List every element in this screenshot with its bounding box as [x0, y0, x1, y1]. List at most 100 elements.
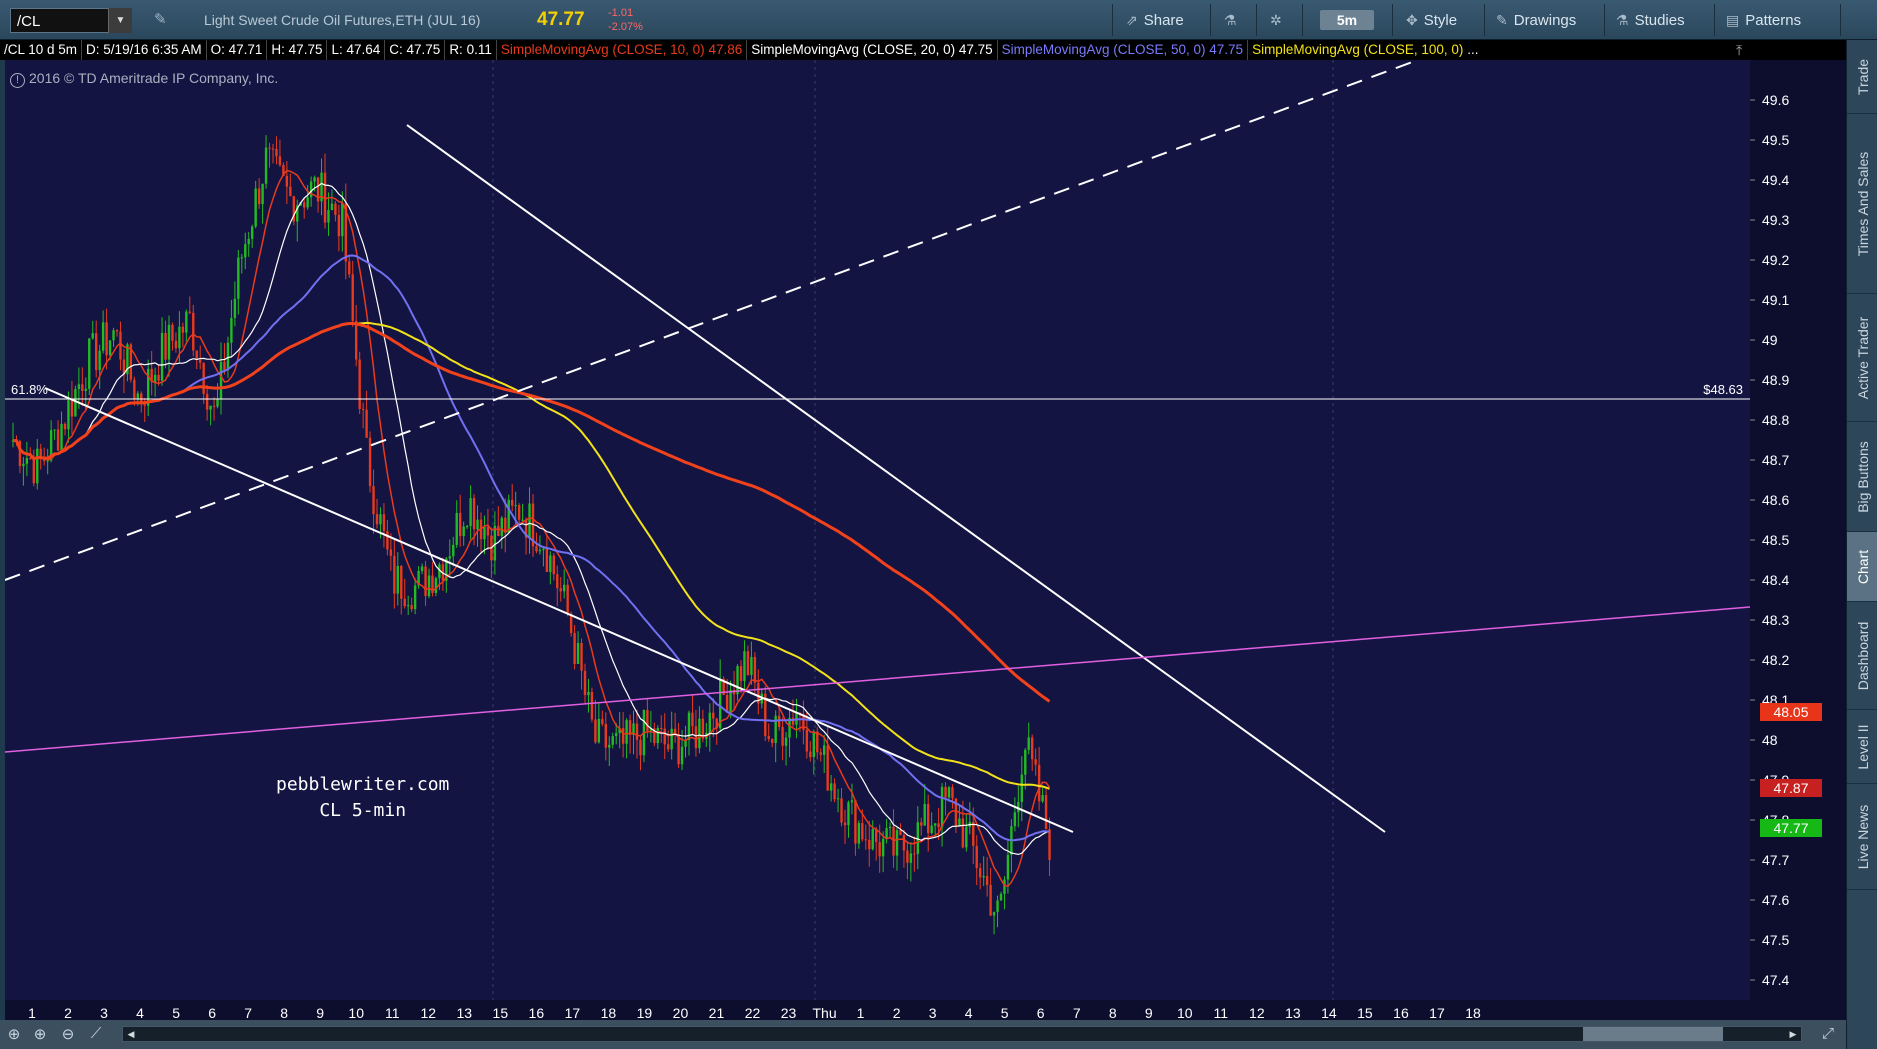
toolbar-divider	[1302, 4, 1303, 36]
tab-live-news[interactable]: Live News	[1847, 784, 1877, 890]
candle-body	[736, 666, 739, 695]
tab-label: Live News	[1854, 804, 1871, 869]
sma20-label[interactable]: SimpleMovingAvg (CLOSE, 20, 0) 47.75	[747, 40, 998, 60]
studies-button[interactable]: ⚗ Studies	[1610, 6, 1685, 34]
pencil-icon[interactable]: ✎	[154, 10, 176, 32]
candle-body	[313, 177, 316, 182]
chart-scrollbar[interactable]: ◀ ▶	[122, 1026, 1802, 1042]
info-open: O: 47.71	[207, 40, 268, 60]
candle-body	[226, 342, 230, 371]
candle-body	[400, 565, 403, 599]
drawings-label: Drawings	[1513, 12, 1577, 29]
scroll-right-icon[interactable]: ▶	[1785, 1027, 1801, 1041]
y-tick-label: 48.8	[1762, 412, 1789, 428]
candle-body	[958, 818, 961, 827]
candle-body	[29, 458, 32, 460]
candle-body	[854, 800, 857, 844]
share-button[interactable]: ⇗ Share	[1120, 6, 1184, 34]
sma10-label[interactable]: SimpleMovingAvg (CLOSE, 10, 0) 47.86	[497, 40, 748, 60]
candle-body	[771, 738, 774, 744]
x-tick-label: 10	[348, 1005, 364, 1020]
x-tick-label: 7	[244, 1005, 252, 1020]
candle-body	[233, 298, 237, 318]
candle-body	[375, 514, 379, 525]
flask-button[interactable]: ⚗	[1218, 6, 1243, 34]
candle-body	[937, 823, 940, 828]
top-toolbar: /CL ▼ ✎ Light Sweet Crude Oil Futures,ET…	[0, 0, 1877, 40]
patterns-button[interactable]: ▤ Patterns	[1720, 6, 1801, 34]
expand-chart-icon[interactable]: ⤢	[1818, 1025, 1838, 1042]
candle-body	[212, 405, 216, 407]
candle-body	[67, 400, 70, 430]
style-label: Style	[1423, 12, 1458, 29]
collapse-icon[interactable]: ⤒	[1736, 42, 1742, 59]
candle-body	[951, 787, 954, 799]
candle-body	[330, 203, 334, 211]
copyright-notice: ! 2016 © TD Ameritrade IP Company, Inc.	[10, 70, 278, 88]
candle-body	[545, 548, 549, 572]
candle-body	[459, 512, 462, 537]
candle-body	[483, 527, 486, 540]
chart-area[interactable]: 49.6 49.5 49.4 49.3 49.2 49.1 49 48.9 48.8 48.7 48…	[5, 60, 1846, 1020]
candle-body	[216, 398, 219, 407]
watermark-site: pebblewriter.com	[276, 774, 450, 795]
candle-body	[500, 517, 503, 537]
x-tick-label: 2	[893, 1005, 901, 1020]
candle-body	[469, 498, 472, 527]
toolbar-divider	[1256, 4, 1257, 36]
tab-label: Level II	[1854, 723, 1871, 770]
candle-body	[355, 320, 358, 360]
candle-body	[153, 374, 157, 382]
sma100-label[interactable]: SimpleMovingAvg (CLOSE, 100, 0) ...	[1248, 40, 1482, 60]
candle-body	[739, 666, 743, 681]
settings-button[interactable]: ✲	[1264, 6, 1288, 34]
candle-body	[729, 689, 732, 713]
candle-body	[930, 825, 933, 834]
candle-body	[563, 584, 566, 592]
candle-body	[278, 156, 282, 166]
candle-body	[119, 331, 122, 360]
candle-body	[223, 361, 226, 371]
symbol-dropdown-button[interactable]: ▼	[108, 8, 132, 33]
zoom-in-icon[interactable]: ⊕	[30, 1025, 50, 1043]
zoom-out-icon[interactable]: ⊖	[58, 1025, 78, 1043]
candle-body	[348, 261, 351, 275]
candle-body	[1031, 737, 1034, 760]
tab-level-ii[interactable]: Level II	[1847, 710, 1877, 784]
tab-chart[interactable]: Chart	[1847, 532, 1877, 602]
zoom-reset-icon[interactable]: ⊕	[4, 1025, 24, 1043]
scroll-left-icon[interactable]: ◀	[123, 1027, 139, 1041]
y-tick-label: 47.4	[1762, 972, 1789, 988]
candle-body	[1027, 737, 1030, 750]
candle-body	[829, 783, 833, 791]
candle-body	[670, 728, 673, 750]
scrollbar-thumb[interactable]	[1583, 1027, 1723, 1041]
candle-body	[781, 726, 784, 746]
candle-body	[587, 691, 590, 696]
drag-tool-icon[interactable]: ⟋	[86, 1025, 106, 1042]
timeframe-button[interactable]: 5m	[1320, 10, 1374, 30]
sma50-label[interactable]: SimpleMovingAvg (CLOSE, 50, 0) 47.75	[998, 40, 1249, 60]
candle-body	[493, 525, 497, 561]
tab-trade[interactable]: Trade	[1847, 40, 1877, 114]
tab-dashboard[interactable]: Dashboard	[1847, 602, 1877, 710]
style-button[interactable]: ✥ Style	[1400, 6, 1457, 34]
candle-body	[514, 505, 517, 507]
info-range: R: 0.11	[445, 40, 497, 60]
candle-body	[413, 585, 417, 610]
candle-body	[271, 148, 275, 150]
drawings-button[interactable]: ✎ Drawings	[1490, 6, 1576, 34]
candle-body	[264, 147, 268, 184]
candle-body	[552, 555, 555, 575]
candle-body	[753, 657, 757, 683]
candle-body	[289, 186, 292, 197]
info-date: D: 5/19/16 6:35 AM	[82, 40, 207, 60]
candle-body	[680, 746, 684, 765]
candle-body	[847, 802, 850, 826]
x-tick-label: Thu	[812, 1005, 836, 1020]
candle-body	[386, 531, 389, 550]
tab-times-and-sales[interactable]: Times And Sales	[1847, 114, 1877, 294]
price-chart[interactable]: 49.649.549.449.349.249.14948.948.848.748…	[5, 60, 1846, 1020]
tab-big-buttons[interactable]: Big Buttons	[1847, 422, 1877, 532]
tab-active-trader[interactable]: Active Trader	[1847, 294, 1877, 422]
